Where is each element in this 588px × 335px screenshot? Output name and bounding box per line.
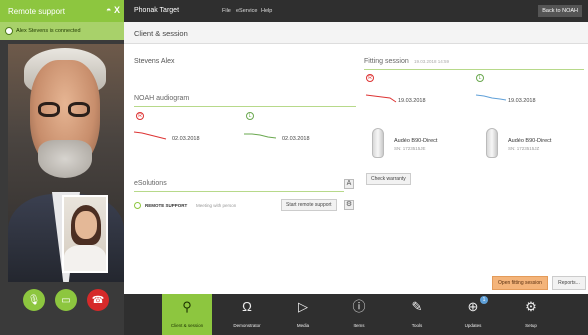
- fitting-left-date: 19.03.2018: [508, 98, 536, 104]
- nav-setup[interactable]: ⚙ Setup: [506, 294, 556, 335]
- audiogram-curve-left: [244, 133, 277, 139]
- self-video-pip[interactable]: [62, 195, 108, 273]
- noah-audiogram-title: NOAH audiogram: [134, 95, 190, 102]
- info-icon: ⓘ: [352, 299, 366, 314]
- fitting-session-timestamp: 19.03.2018 14:59: [414, 59, 450, 64]
- remote-support-panel: Remote support ◓ X Alex Stevens is conne…: [0, 0, 124, 335]
- page-header: Client & session: [124, 22, 588, 44]
- nav-label: Client & session: [170, 323, 204, 328]
- page-title: Client & session: [134, 29, 188, 38]
- video-person-beard: [38, 140, 92, 178]
- settings-gear-icon[interactable]: ⚙: [344, 200, 354, 210]
- nav-media[interactable]: ▷ Media: [278, 294, 328, 335]
- device-right-name: Audéo B90-Direct: [394, 138, 438, 144]
- nav-label: Items: [353, 323, 365, 328]
- pip-body: [64, 245, 106, 271]
- nav-demonstrator[interactable]: Ω Demonstrator: [222, 294, 272, 335]
- remote-support-row-sub: Meeting with person: [196, 203, 237, 208]
- hearing-aid-icon: [486, 128, 498, 158]
- nav-tools[interactable]: ✎ Tools: [392, 294, 442, 335]
- main-content: Stevens Alex NOAH audiogram R L 02.03.20…: [124, 44, 588, 294]
- play-icon: ▷: [298, 299, 308, 314]
- hangup-icon: ☎: [91, 294, 105, 306]
- nav-items[interactable]: ⓘ Items: [334, 294, 384, 335]
- nav-label: Media: [296, 323, 310, 328]
- remote-support-header: Remote support ◓ X: [0, 0, 124, 22]
- fitting-left-marker-icon: L: [476, 74, 484, 82]
- remote-support-row-label: REMOTE SUPPORT: [145, 203, 188, 208]
- noah-audiogram-right[interactable]: 02.03.2018: [132, 122, 244, 162]
- nav-label: Tools: [411, 323, 423, 328]
- status-dot-icon: [5, 27, 13, 35]
- tools-icon: ✎: [411, 299, 423, 314]
- reports-button[interactable]: Reports...: [552, 276, 586, 290]
- client-name: Stevens Alex: [134, 58, 175, 65]
- check-circle-icon: [134, 202, 141, 209]
- nav-client-session[interactable]: ⚲ Client & session: [162, 294, 212, 335]
- noah-left-date: 02.03.2018: [282, 136, 310, 142]
- microphone-button[interactable]: 🎙: [23, 289, 45, 311]
- audiogram-curve-right: [133, 131, 167, 140]
- menu-help[interactable]: Help: [261, 8, 272, 14]
- menu-file[interactable]: File: [222, 8, 231, 14]
- device-right[interactable]: Audéo B90-Direct SN: 1723515JE: [370, 128, 460, 162]
- device-left[interactable]: Audéo B90-Direct SN: 1723515JZ: [484, 128, 574, 162]
- check-warranty-button[interactable]: Check warranty: [366, 173, 411, 185]
- fitting-divider: [364, 69, 584, 70]
- top-bar: Phonak Target File eService Help Back to…: [124, 0, 588, 22]
- start-remote-support-button[interactable]: Start remote support: [281, 199, 337, 211]
- video-person-glasses: [38, 102, 94, 118]
- updates-badge: 1: [480, 296, 488, 304]
- person-icon: ⚲: [182, 299, 192, 314]
- fitting-right-marker-icon: R: [366, 74, 374, 82]
- open-fitting-session-button[interactable]: Open fitting session: [492, 276, 548, 290]
- remote-support-title: Remote support: [8, 7, 65, 16]
- device-right-serial: SN: 1723515JE: [394, 146, 426, 151]
- camera-icon: ▭: [61, 294, 71, 306]
- fitting-right-date: 19.03.2018: [398, 98, 426, 104]
- noah-right-date: 02.03.2018: [172, 136, 200, 142]
- esolutions-divider: [134, 191, 344, 192]
- nav-updates[interactable]: ⊕ 1 Updates: [448, 294, 498, 335]
- camera-button[interactable]: ▭: [55, 289, 77, 311]
- hangup-button[interactable]: ☎: [87, 289, 109, 311]
- nav-label: Updates: [464, 323, 482, 328]
- download-icon: ⊕: [467, 299, 479, 314]
- left-ear-marker-icon: L: [246, 112, 254, 120]
- panel-controls[interactable]: ◓ X: [106, 5, 120, 15]
- esolutions-title: eSolutions: [134, 180, 167, 187]
- noah-divider: [134, 106, 356, 107]
- nav-label: Demonstrator: [233, 323, 261, 328]
- noah-audiogram-left[interactable]: 02.03.2018: [242, 122, 354, 162]
- nav-label: Setup: [525, 323, 537, 328]
- connection-status-text: Alex Stevens is connected: [16, 28, 81, 34]
- menu-eservice[interactable]: eService: [236, 8, 257, 14]
- hearing-aid-icon: [372, 128, 384, 158]
- esolutions-collapse-icon[interactable]: A: [344, 179, 354, 189]
- fitting-curve-right[interactable]: 19.03.2018: [364, 84, 476, 124]
- microphone-icon: 🎙: [27, 294, 41, 306]
- fitting-session-title: Fitting session: [364, 58, 409, 65]
- headphones-icon: Ω: [242, 299, 252, 314]
- gear-icon: ⚙: [525, 299, 537, 314]
- app-title: Phonak Target: [134, 7, 180, 14]
- device-left-name: Audéo B90-Direct: [508, 138, 552, 144]
- bottom-nav: ⚲ Client & session Ω Demonstrator ▷ Medi…: [124, 294, 588, 335]
- connection-status: Alex Stevens is connected: [0, 22, 124, 40]
- device-left-serial: SN: 1723515JZ: [508, 146, 540, 151]
- back-to-noah-button[interactable]: Back to NOAH: [538, 5, 582, 17]
- right-ear-marker-icon: R: [136, 112, 144, 120]
- pip-face: [75, 211, 97, 239]
- fitting-curve-left[interactable]: 19.03.2018: [474, 84, 586, 124]
